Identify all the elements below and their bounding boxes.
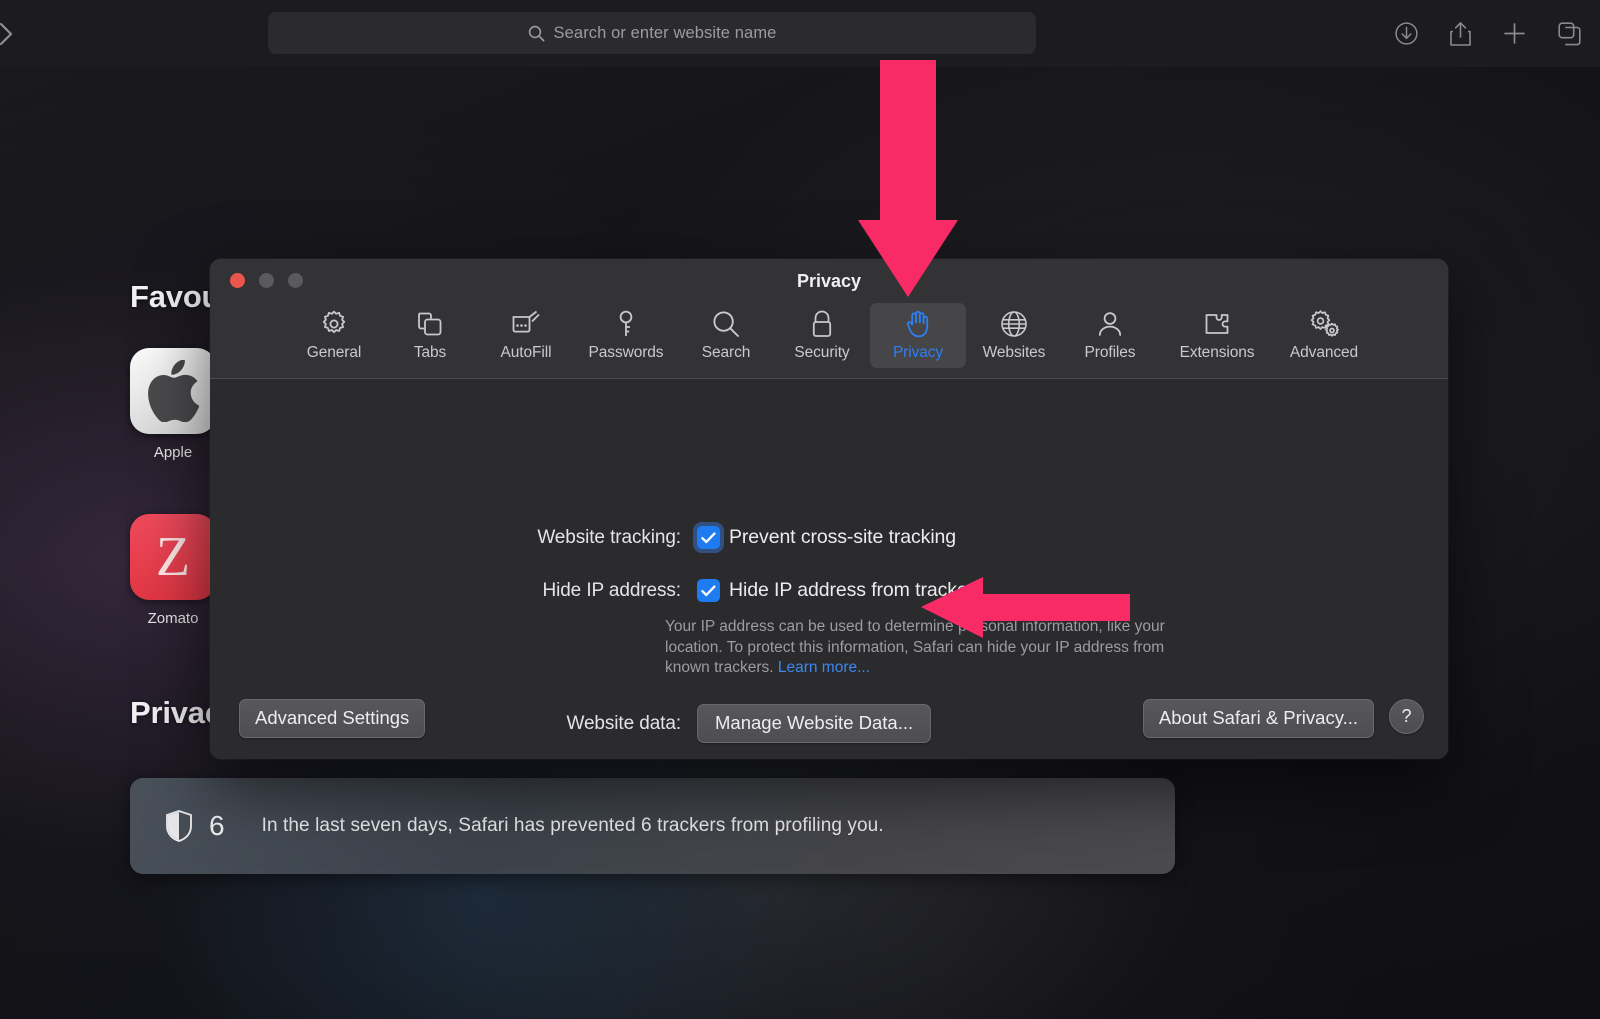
tab-label: Advanced <box>1289 344 1359 361</box>
address-bar[interactable]: Search or enter website name <box>268 12 1036 54</box>
settings-tab-bar: General Tabs AutoFill Passwords Search S… <box>210 303 1448 368</box>
tab-privacy[interactable]: Privacy <box>870 303 966 368</box>
tab-label: Passwords <box>588 344 664 361</box>
tab-label: Profiles <box>1084 344 1136 361</box>
hide-ip-description: Your IP address can be used to determine… <box>665 617 1195 679</box>
tab-label: Tabs <box>413 344 447 361</box>
row-hide-ip-address: Hide IP address: Hide IP address from tr… <box>457 579 984 602</box>
website-tracking-label: Website tracking: <box>537 526 681 548</box>
globe-icon <box>999 308 1029 340</box>
hide-ip-description-text: Your IP address can be used to determine… <box>665 618 1165 676</box>
tracker-count: 6 <box>209 810 225 841</box>
tab-tabs[interactable]: Tabs <box>382 303 478 368</box>
prevent-cross-site-tracking-label[interactable]: Prevent cross-site tracking <box>729 526 956 549</box>
about-safari-and-privacy-button[interactable]: About Safari & Privacy... <box>1142 699 1374 738</box>
apple-logo-icon <box>130 348 216 434</box>
address-bar-placeholder: Search or enter website name <box>553 23 777 42</box>
tab-label: Search <box>701 344 751 361</box>
tab-label: Websites <box>982 344 1046 361</box>
downloads-icon[interactable] <box>1394 21 1419 46</box>
tab-extensions[interactable]: Extensions <box>1158 303 1276 368</box>
zomato-logo-icon: Z <box>130 514 216 600</box>
prevent-cross-site-tracking-checkbox[interactable] <box>697 526 720 549</box>
tab-passwords[interactable]: Passwords <box>574 303 678 368</box>
browser-toolbar: Search or enter website name <box>0 0 1600 67</box>
window-title: Privacy <box>796 271 862 291</box>
help-button[interactable]: ? <box>1389 699 1424 734</box>
tab-profiles[interactable]: Profiles <box>1062 303 1158 368</box>
safari-settings-window: Privacy General Tabs AutoFill Passwords … <box>210 259 1448 759</box>
hide-ip-address-label: Hide IP address: <box>542 579 681 601</box>
tab-autofill[interactable]: AutoFill <box>478 303 574 368</box>
share-icon[interactable] <box>1449 21 1472 47</box>
hand-raised-icon <box>904 308 932 340</box>
gears-icon <box>1308 308 1340 340</box>
settings-footer: Advanced Settings About Safari & Privacy… <box>210 699 1448 738</box>
privacy-report-text: In the last seven days, Safari has preve… <box>261 815 884 836</box>
tab-advanced[interactable]: Advanced <box>1276 303 1372 368</box>
advanced-settings-button[interactable]: Advanced Settings <box>239 699 426 738</box>
tab-general[interactable]: General <box>286 303 382 368</box>
lock-icon <box>809 308 835 340</box>
row-website-tracking: Website tracking: Prevent cross-site tra… <box>457 526 956 549</box>
privacy-report-banner[interactable]: 6 In the last seven days, Safari has pre… <box>130 778 1175 874</box>
shield-icon <box>166 810 192 842</box>
puzzle-icon <box>1202 308 1232 340</box>
tab-websites[interactable]: Websites <box>966 303 1062 368</box>
settings-pane-privacy: Website tracking: Prevent cross-site tra… <box>210 379 1448 759</box>
search-icon <box>528 25 545 42</box>
autofill-icon <box>510 308 542 340</box>
settings-titlebar: Privacy General Tabs AutoFill Passwords … <box>210 259 1448 379</box>
learn-more-link[interactable]: Learn more... <box>778 659 870 676</box>
favourite-label: Zomato <box>147 610 199 627</box>
tab-label: AutoFill <box>500 344 552 361</box>
favourite-tile-apple[interactable]: Apple <box>130 348 216 461</box>
toolbar-actions <box>1394 0 1582 67</box>
tab-label: Security <box>794 344 850 361</box>
new-tab-icon[interactable] <box>1502 21 1527 46</box>
tab-label: Extensions <box>1179 344 1255 361</box>
tab-overview-icon[interactable] <box>1557 21 1582 46</box>
zomato-letter: Z <box>155 526 191 588</box>
sidebar-toggle-icon[interactable] <box>0 18 26 50</box>
favourite-tile-zomato[interactable]: Z Zomato <box>130 514 216 627</box>
gear-icon <box>319 308 349 340</box>
favourite-label: Apple <box>153 444 193 461</box>
hide-ip-from-trackers-checkbox[interactable] <box>697 579 720 602</box>
search-icon <box>711 308 741 340</box>
tab-search[interactable]: Search <box>678 303 774 368</box>
key-icon <box>613 308 639 340</box>
tab-label: General <box>306 344 362 361</box>
hide-ip-from-trackers-label[interactable]: Hide IP address from trackers <box>729 579 984 602</box>
tab-security[interactable]: Security <box>774 303 870 368</box>
person-icon <box>1096 308 1124 340</box>
tab-label: Privacy <box>892 344 944 361</box>
tabs-icon <box>415 308 445 340</box>
